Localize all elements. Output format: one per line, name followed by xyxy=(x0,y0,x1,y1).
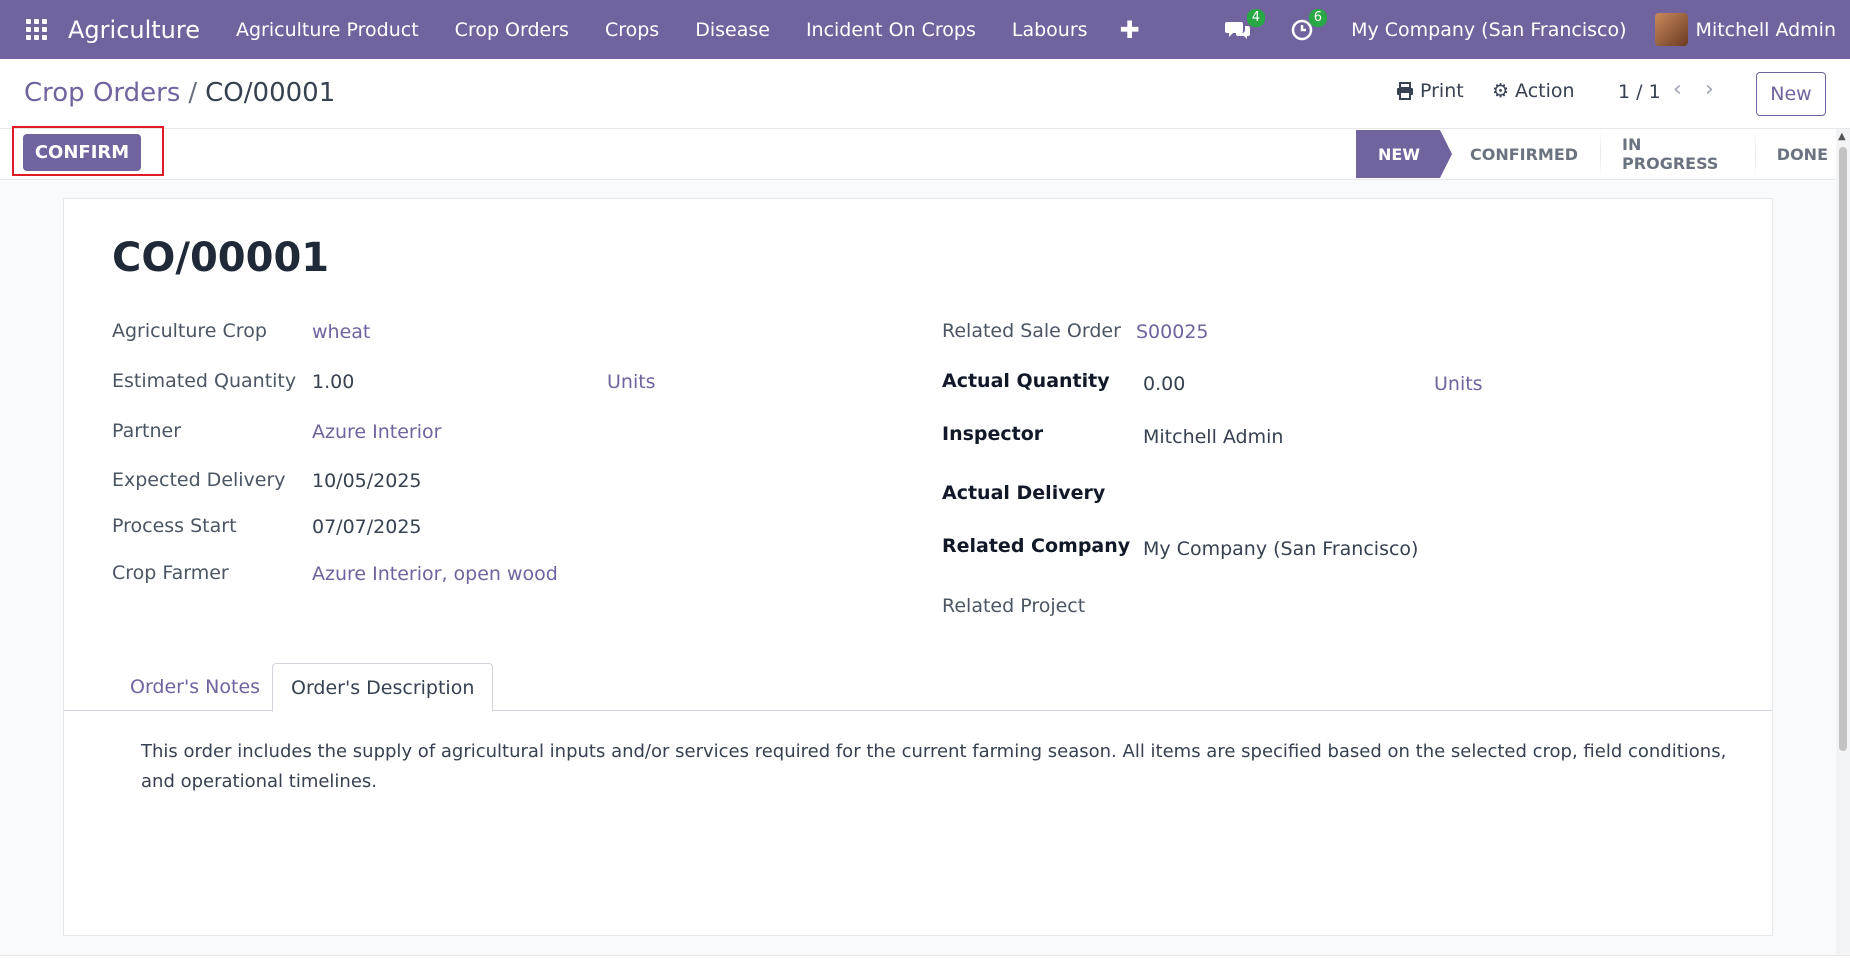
breadcrumb-current: CO/00001 xyxy=(205,78,336,108)
user-menu[interactable]: Mitchell Admin xyxy=(1696,19,1836,41)
tab-orders-notes[interactable]: Order's Notes xyxy=(112,663,278,711)
messages-badge: 4 xyxy=(1246,8,1266,27)
chevron-right-icon[interactable]: › xyxy=(1705,77,1714,102)
crop-farmer-label: Crop Farmer xyxy=(112,562,229,584)
activities-button[interactable]: 6 xyxy=(1291,8,1328,41)
company-switcher[interactable]: My Company (San Francisco) xyxy=(1351,19,1626,41)
related-project-field[interactable] xyxy=(1143,595,1443,621)
estimated-quantity-label: Estimated Quantity xyxy=(112,370,297,392)
form-sheet: CO/00001 Agriculture Crop wheat Estimate… xyxy=(63,198,1773,936)
stage-confirmed[interactable]: CONFIRMED xyxy=(1440,130,1600,178)
inspector-label: Inspector xyxy=(942,423,1044,445)
related-company-field[interactable]: My Company (San Francisco) xyxy=(1143,538,1418,560)
actual-delivery-label: Actual Delivery xyxy=(942,482,1106,504)
partner-label: Partner xyxy=(112,420,182,442)
print-label: Print xyxy=(1420,80,1464,102)
new-button[interactable]: New xyxy=(1756,72,1826,116)
related-project-label: Related Project xyxy=(942,595,1086,617)
messages-button[interactable]: 4 xyxy=(1225,8,1266,41)
action-button[interactable]: ⚙ Action xyxy=(1492,80,1575,102)
stage-bar: NEW CONFIRMED IN PROGRESS DONE xyxy=(1356,130,1850,178)
crop-farmer-field[interactable]: Azure Interior, open wood xyxy=(312,563,558,585)
agriculture-crop-field[interactable]: wheat xyxy=(312,321,370,343)
description-line-2: and operational timelines. xyxy=(141,771,378,792)
partner-field[interactable]: Azure Interior xyxy=(312,421,441,443)
menu-incident-on-crops[interactable]: Incident On Crops xyxy=(788,19,994,41)
tab-orders-description[interactable]: Order's Description xyxy=(272,663,494,712)
print-icon xyxy=(1397,82,1413,100)
record-title: CO/00001 xyxy=(112,235,330,281)
top-navbar: Agriculture Agriculture Product Crop Ord… xyxy=(0,0,1850,59)
description-line-1: This order includes the supply of agricu… xyxy=(141,741,1727,762)
confirm-button[interactable]: CONFIRM xyxy=(23,134,141,171)
related-sale-order-label: Related Sale Order xyxy=(942,320,1121,342)
stage-in-progress[interactable]: IN PROGRESS xyxy=(1600,130,1755,178)
actual-quantity-field[interactable]: 0.00 xyxy=(1143,373,1185,395)
estimated-quantity-uom[interactable]: Units xyxy=(607,371,656,393)
stage-new[interactable]: NEW xyxy=(1356,130,1452,178)
scroll-thumb[interactable] xyxy=(1839,147,1847,751)
related-sale-order-field[interactable]: S00025 xyxy=(1136,321,1209,343)
breadcrumb: Crop Orders / CO/00001 xyxy=(24,78,335,108)
print-button[interactable]: Print xyxy=(1396,80,1464,102)
user-avatar[interactable] xyxy=(1654,13,1688,46)
notebook-tabs: Order's Notes Order's Description xyxy=(64,663,1772,712)
process-start-label: Process Start xyxy=(112,515,237,537)
estimated-quantity-field[interactable]: 1.00 xyxy=(312,371,354,393)
actual-quantity-uom[interactable]: Units xyxy=(1434,373,1483,395)
actual-quantity-label: Actual Quantity xyxy=(942,370,1110,392)
main-menu: Agriculture Product Crop Orders Crops Di… xyxy=(218,16,1154,44)
systray: 4 6 My Company (San Francisco) Mitchell … xyxy=(1225,0,1850,59)
inspector-field[interactable]: Mitchell Admin xyxy=(1143,426,1283,448)
breadcrumb-crop-orders[interactable]: Crop Orders xyxy=(24,78,180,108)
menu-crop-orders[interactable]: Crop Orders xyxy=(437,19,587,41)
menu-labours[interactable]: Labours xyxy=(994,19,1106,41)
actual-delivery-field[interactable] xyxy=(1143,482,1443,508)
gear-icon: ⚙ xyxy=(1492,80,1510,102)
menu-crops[interactable]: Crops xyxy=(587,19,677,41)
bottom-panel-edge xyxy=(0,955,1850,966)
control-panel: Crop Orders / CO/00001 Print ⚙ Action 1 / … xyxy=(0,59,1850,129)
pager-value[interactable]: 1 / 1 xyxy=(1618,81,1661,103)
chevron-left-icon[interactable]: ‹ xyxy=(1673,77,1682,102)
order-description-text[interactable]: This order includes the supply of agricu… xyxy=(141,737,1741,797)
plus-icon[interactable]: ✚ xyxy=(1106,16,1154,44)
related-company-label: Related Company xyxy=(942,535,1131,557)
breadcrumb-separator: / xyxy=(188,78,198,108)
app-name[interactable]: Agriculture xyxy=(68,16,200,44)
action-label: Action xyxy=(1515,80,1575,102)
menu-disease[interactable]: Disease xyxy=(677,19,788,41)
app-grid-icon[interactable] xyxy=(26,18,48,41)
agriculture-crop-label: Agriculture Crop xyxy=(112,320,267,342)
expected-delivery-field[interactable]: 10/05/2025 xyxy=(312,470,422,492)
process-start-field[interactable]: 07/07/2025 xyxy=(312,516,422,538)
expected-delivery-label: Expected Delivery xyxy=(112,469,286,491)
activities-badge: 6 xyxy=(1308,8,1328,27)
scroll-up-icon[interactable]: ▲ xyxy=(1838,131,1846,142)
scrollbar[interactable]: ▲ xyxy=(1836,129,1850,955)
menu-agriculture-product[interactable]: Agriculture Product xyxy=(218,19,437,41)
